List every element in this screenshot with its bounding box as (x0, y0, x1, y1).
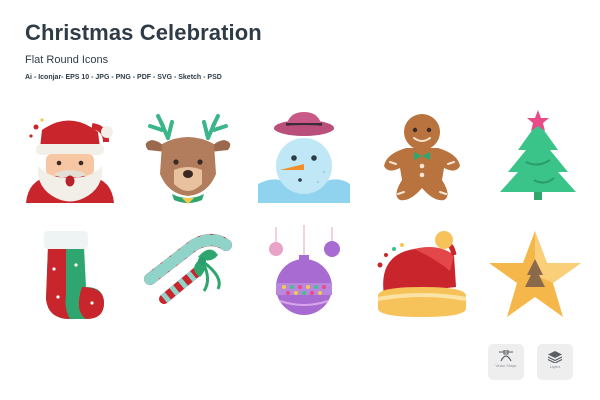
vector-shape-button[interactable]: Vector Shape (488, 344, 524, 380)
santa-claus-icon (20, 108, 120, 208)
christmas-stocking-icon (20, 225, 120, 325)
snowman-icon (254, 108, 354, 208)
vector-pen-icon (499, 350, 513, 362)
candy-cane-icon (138, 225, 238, 325)
layers-icon (547, 351, 563, 363)
layers-button[interactable]: Layers (537, 344, 573, 380)
gingerbread-man-icon (372, 108, 472, 208)
page-subtitle: Flat Round Icons (25, 54, 109, 66)
layers-label: Layers (549, 365, 561, 369)
reindeer-icon (138, 108, 238, 208)
vector-shape-label: Vector Shape (495, 364, 517, 368)
christmas-tree-icon (488, 108, 588, 208)
christmas-ornament-icon (254, 225, 354, 325)
santa-hat-icon (372, 225, 472, 325)
christmas-star-icon (485, 225, 585, 325)
page-title: Christmas Celebration (25, 20, 262, 45)
file-formats-line: Ai - Iconjar- EPS 10 - JPG - PNG - PDF -… (25, 74, 222, 81)
